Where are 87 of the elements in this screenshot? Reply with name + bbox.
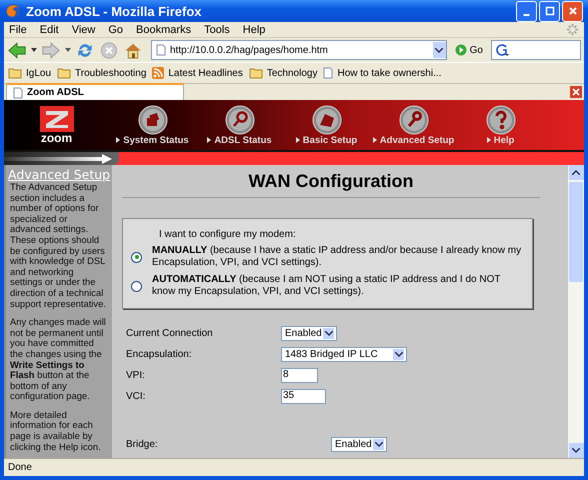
folder-icon [248, 67, 263, 79]
triangle-icon [207, 137, 212, 143]
rss-feed-icon [152, 67, 164, 79]
dropdown[interactable]: Enabled [331, 436, 387, 452]
folders-icon [138, 104, 168, 134]
dropdown-icon[interactable] [65, 48, 71, 52]
triangle-icon [296, 137, 300, 143]
bookmark-item[interactable]: How to take ownershi... [323, 67, 442, 79]
nav-link[interactable]: ADSL Status [196, 104, 283, 146]
triangle-icon [116, 137, 120, 143]
menu-item[interactable]: View [72, 24, 96, 36]
go-button[interactable]: Go [450, 44, 487, 56]
field-label: Bridge: [126, 438, 159, 450]
folder-icon [57, 67, 72, 79]
browser-logo-icon [5, 3, 21, 19]
zoom-logo[interactable]: zoom [4, 106, 109, 144]
dropdown[interactable]: Enabled [281, 326, 337, 340]
page-heading: WAN Configuration [122, 171, 540, 198]
folder-icon [8, 67, 22, 79]
wrench-icon [398, 104, 428, 134]
bookmark-item[interactable]: IgLou [8, 67, 52, 79]
window-title: Zoom ADSL - Mozilla Firefox [26, 4, 203, 18]
page-icon [156, 44, 166, 56]
nav-link[interactable]: System Status [109, 104, 196, 146]
field-label: Encapsulation: [126, 348, 193, 360]
history-dropdown-button[interactable] [432, 42, 446, 58]
menu-item[interactable]: Edit [40, 24, 59, 36]
scrollbar[interactable] [568, 165, 584, 458]
chevron-down-icon [394, 352, 402, 356]
chevron-down-icon [435, 48, 444, 52]
scroll-up-button[interactable] [568, 165, 584, 180]
menu-item[interactable]: Tools [204, 24, 230, 36]
nav-link[interactable]: Help [457, 104, 544, 146]
page-icon [323, 67, 334, 79]
maximize-icon [544, 6, 554, 16]
menu-item[interactable]: Go [108, 24, 124, 36]
nav-link[interactable]: Advanced Setup [370, 104, 457, 146]
field-label: VPI: [126, 370, 146, 380]
search-field[interactable] [491, 40, 581, 60]
bookmark-item[interactable]: Troubleshooting [57, 67, 146, 79]
bookmark-item[interactable]: Technology [248, 67, 318, 79]
field-label: Current Connection [126, 328, 214, 338]
minimize-icon [523, 14, 530, 16]
close-icon [568, 6, 578, 16]
throbber-icon [566, 23, 579, 36]
sidebar-paragraph: The Advanced Setup section includes a number of options for specialized or advanced settings. These options should be configured by users with knowledge of DSL and networking settings or under the direction of a technical support representative. [10, 182, 106, 310]
minimize-button[interactable] [516, 0, 537, 22]
chevron-down-icon [324, 330, 332, 336]
maximize-button[interactable] [539, 0, 560, 22]
field-label: VCI: [126, 390, 146, 402]
status-text: Done [8, 462, 32, 473]
close-icon [572, 88, 580, 96]
dropdown-icon[interactable] [31, 48, 37, 52]
play-icon [454, 44, 467, 56]
input-field[interactable]: 8 [281, 368, 318, 382]
triangle-icon [372, 137, 377, 143]
input-field[interactable]: 35 [281, 388, 326, 404]
menu-item[interactable]: Bookmarks [136, 24, 192, 36]
close-tab-button[interactable] [570, 86, 582, 98]
radio-button[interactable] [131, 280, 142, 292]
search-engine-icon [495, 43, 509, 57]
browser-tab[interactable]: Zoom ADSL [6, 83, 184, 100]
dropdown[interactable]: 1483 Bridged IP LLC [281, 346, 407, 362]
close-button[interactable] [562, 0, 583, 22]
option-text: AUTOMATICALLY (because I am NOT using a static IP address and I do NOT know my Encapsulation, VPI, and VCI settings). [152, 274, 502, 298]
radio-button[interactable] [131, 252, 142, 262]
zoom-logo-icon [40, 106, 74, 132]
sidebar-paragraph: More detailed information for each page is available by clicking the Help icon. [10, 410, 102, 452]
scroll-thumb[interactable] [569, 182, 583, 282]
help-icon [486, 104, 516, 134]
chevron-up-icon [572, 170, 580, 175]
bookmark-item[interactable]: Latest Headlines [152, 67, 243, 79]
menu-item[interactable]: File [9, 24, 27, 36]
back-icon[interactable] [7, 40, 27, 60]
intro-text: I want to configure my modem: [158, 229, 297, 240]
scroll-down-button[interactable] [568, 443, 584, 458]
menu-item[interactable]: Help [242, 24, 266, 36]
page-icon [13, 86, 23, 98]
sidebar-paragraph: Any changes made will not be permanent until you have committed the changes using the Write Settings to Flash button at the bottom of any configuration page. [10, 317, 107, 402]
nav-link[interactable]: Basic Setup [283, 104, 370, 146]
chevron-down-icon [374, 442, 382, 446]
address-field[interactable]: http://10.0.0.2/hag/pages/home.htm [151, 40, 447, 60]
hand-icon [312, 104, 342, 134]
magnifier-icon [224, 104, 254, 134]
chevron-down-icon [572, 448, 580, 453]
triangle-icon [486, 137, 491, 143]
option-text: MANUALLY (because I have a static IP address and/or because I already know my Encapsulation, VPI, and VCI settings). [152, 245, 522, 269]
